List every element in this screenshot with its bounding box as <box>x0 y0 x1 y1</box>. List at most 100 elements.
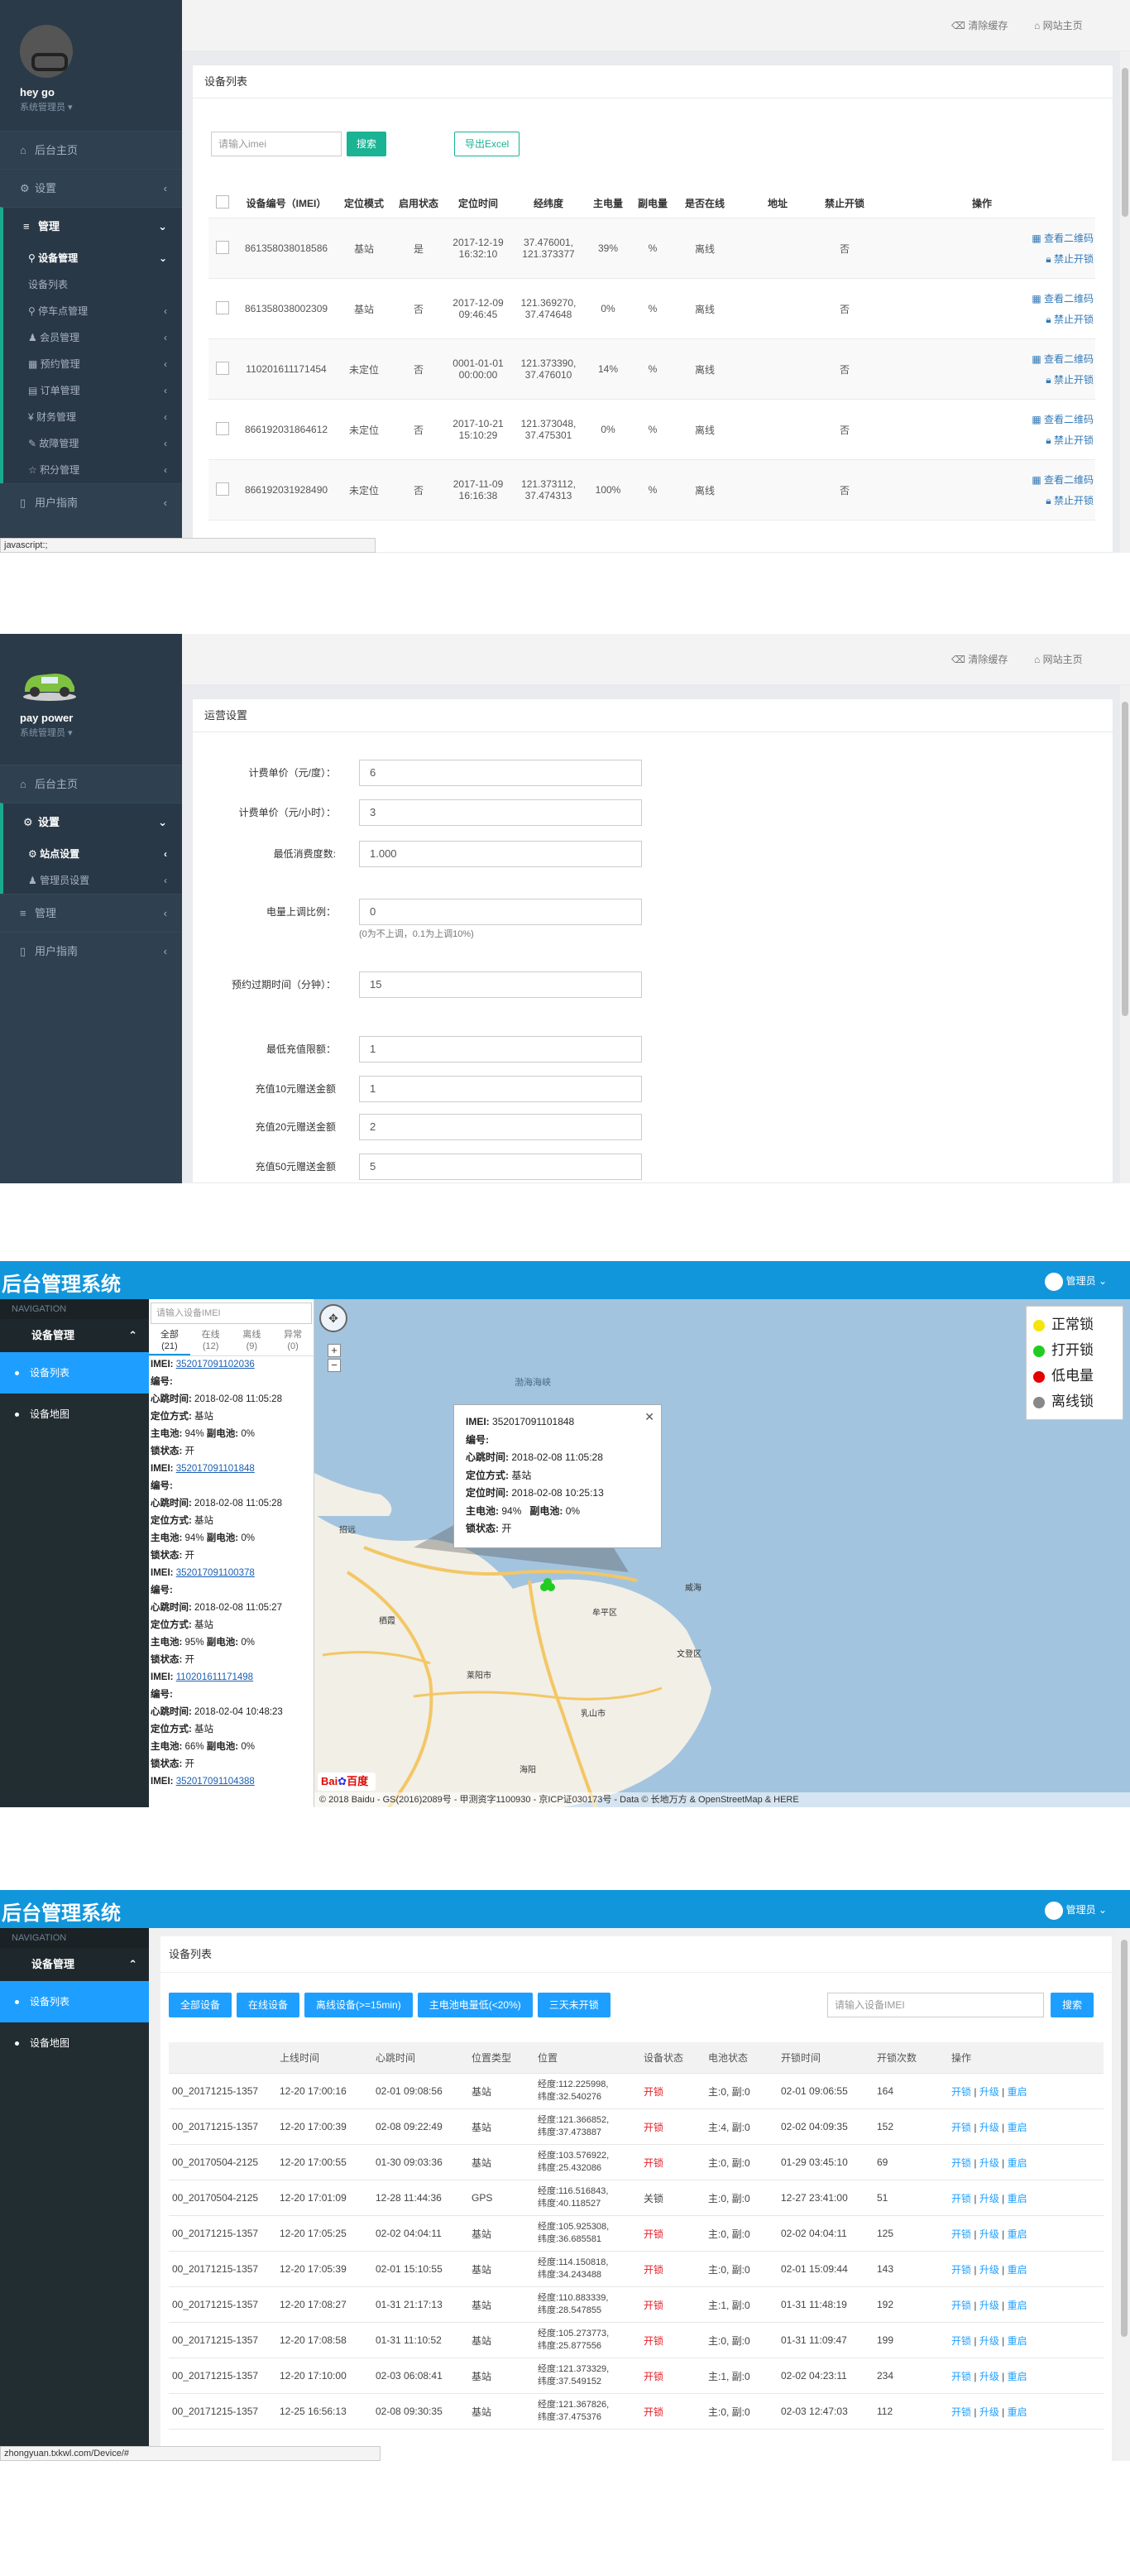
scrollbar-thumb[interactable] <box>1122 68 1128 217</box>
filter-button[interactable]: 离线设备(>=15min) <box>304 1993 413 2017</box>
reboot-link[interactable]: 重启 <box>1008 2228 1027 2240</box>
form-input[interactable]: 6 <box>359 760 642 786</box>
export-excel-button[interactable]: 导出Excel <box>454 132 520 156</box>
sidebar-item-guide[interactable]: ▯ 用户指南 ‹ <box>0 932 182 970</box>
scrollbar[interactable] <box>1120 685 1130 1183</box>
clear-cache-link[interactable]: ⌫ 清除缓存 <box>951 18 1008 32</box>
reboot-link[interactable]: 重启 <box>1008 2335 1027 2347</box>
sidebar-item-settings[interactable]: ⚙ 设置 ⌄ <box>0 803 182 841</box>
unlock-link[interactable]: 开锁 <box>951 2228 971 2240</box>
scrollbar[interactable] <box>1118 1928 1130 2461</box>
reboot-link[interactable]: 重启 <box>1008 2193 1027 2204</box>
reboot-link[interactable]: 重启 <box>1008 2300 1027 2311</box>
device-entry[interactable]: IMEI: 352017091102036 编号: 心跳时间: 2018-02-0… <box>149 1356 314 1461</box>
sidebar-item-device-map[interactable]: 设备地图 <box>0 1394 149 1435</box>
sidebar-item-manage[interactable]: ≡ 管理 ⌄ <box>0 207 182 245</box>
unlock-link[interactable]: 开锁 <box>951 2193 971 2204</box>
site-home-link[interactable]: ⌂ 网站主页 <box>1034 18 1083 32</box>
upgrade-link[interactable]: 升级 <box>979 2157 999 2169</box>
sidebar-item-parking[interactable]: ⚲ 停车点管理 ‹ <box>3 298 182 324</box>
upgrade-link[interactable]: 升级 <box>979 2228 999 2240</box>
device-entry[interactable]: IMEI: 352017091104388 <box>149 1773 314 1791</box>
forbid-unlock-link[interactable]: 🔒︎ 禁止开锁 <box>1046 433 1094 447</box>
forbid-unlock-link[interactable]: 🔒︎ 禁止开锁 <box>1046 493 1094 507</box>
form-input[interactable]: 1 <box>359 1036 642 1063</box>
sidebar-item-site-settings[interactable]: ⚙ 站点设置 ‹ <box>3 841 182 867</box>
unlock-link[interactable]: 开锁 <box>951 2264 971 2276</box>
search-button[interactable]: 搜索 <box>1050 1993 1094 2017</box>
upgrade-link[interactable]: 升级 <box>979 2122 999 2133</box>
upgrade-link[interactable]: 升级 <box>979 2086 999 2098</box>
sidebar-item-device-manage[interactable]: ⚲ 设备管理 ⌄ <box>3 245 182 271</box>
user-menu[interactable]: 管理员 ⌄ <box>1044 1902 1107 1920</box>
sidebar-item-device-map[interactable]: 设备地图 <box>0 2022 149 2064</box>
sidebar-group-device-manage[interactable]: 设备管理 ⌃ <box>0 1948 149 1981</box>
form-input[interactable]: 2 <box>359 1114 642 1140</box>
reboot-link[interactable]: 重启 <box>1008 2122 1027 2133</box>
unlock-link[interactable]: 开锁 <box>951 2371 971 2382</box>
view-qrcode-link[interactable]: ▦ 查看二维码 <box>1032 473 1094 487</box>
select-all-checkbox[interactable] <box>216 195 229 209</box>
sidebar-item-finance[interactable]: ¥ 财务管理 ‹ <box>3 404 182 430</box>
scrollbar-thumb[interactable] <box>1121 1940 1128 2337</box>
zoom-out-button[interactable]: − <box>328 1359 341 1372</box>
form-input[interactable]: 0 <box>359 899 642 925</box>
sidebar-item-points[interactable]: ☆ 积分管理 ‹ <box>3 457 182 483</box>
filter-button[interactable]: 全部设备 <box>169 1993 232 2017</box>
device-imei-link[interactable]: 352017091104388 <box>176 1777 255 1787</box>
device-imei-link[interactable]: 352017091102036 <box>176 1360 255 1370</box>
sidebar-item-settings[interactable]: ⚙ 设置 ‹ <box>0 169 182 207</box>
sidebar-item-device-list[interactable]: 设备列表 <box>0 1352 149 1394</box>
form-input[interactable]: 3 <box>359 799 642 826</box>
unlock-link[interactable]: 开锁 <box>951 2300 971 2311</box>
filter-button[interactable]: 在线设备 <box>237 1993 300 2017</box>
tab-abnormal[interactable]: 异常 (0) <box>272 1327 314 1355</box>
forbid-unlock-link[interactable]: 🔒︎ 禁止开锁 <box>1046 372 1094 386</box>
search-button[interactable]: 搜索 <box>347 132 387 156</box>
device-imei-link[interactable]: 352017091101848 <box>176 1464 255 1474</box>
sidebar-item-device-list[interactable]: 设备列表 <box>3 271 182 298</box>
map-view[interactable]: 渤海海峡 威海 牟平区 文登区 乳山市 莱阳市 栖霞 招远 海阳 ✥ + − 正… <box>314 1299 1130 1807</box>
sidebar-item-orders[interactable]: ▤ 订单管理 ‹ <box>3 377 182 404</box>
sidebar-item-members[interactable]: ♟ 会员管理 ‹ <box>3 324 182 351</box>
clear-cache-link[interactable]: ⌫ 清除缓存 <box>951 652 1008 666</box>
sidebar-item-home[interactable]: ⌂ 后台主页 <box>0 765 182 803</box>
device-search-input[interactable]: 请输入设备IMEI <box>827 1993 1044 2017</box>
site-home-link[interactable]: ⌂ 网站主页 <box>1034 652 1083 666</box>
upgrade-link[interactable]: 升级 <box>979 2335 999 2347</box>
row-checkbox[interactable] <box>216 240 229 254</box>
profile-role-dropdown[interactable]: 系统管理员 ▾ <box>20 726 182 739</box>
reboot-link[interactable]: 重启 <box>1008 2371 1027 2382</box>
form-input[interactable]: 15 <box>359 971 642 998</box>
filter-button[interactable]: 三天未开锁 <box>537 1993 610 2017</box>
tab-offline[interactable]: 离线 (9) <box>232 1327 273 1355</box>
close-icon[interactable]: ✕ <box>644 1408 654 1427</box>
scrollbar-thumb[interactable] <box>1122 702 1128 1016</box>
reboot-link[interactable]: 重启 <box>1008 2406 1027 2418</box>
reboot-link[interactable]: 重启 <box>1008 2086 1027 2098</box>
device-entry[interactable]: IMEI: 352017091100378 编号: 心跳时间: 2018-02-0… <box>149 1565 314 1669</box>
device-search-input[interactable]: 请输入设备IMEI <box>151 1302 312 1324</box>
view-qrcode-link[interactable]: ▦ 查看二维码 <box>1032 412 1094 426</box>
scrollbar[interactable] <box>1120 51 1130 553</box>
forbid-unlock-link[interactable]: 🔒︎ 禁止开锁 <box>1046 312 1094 326</box>
unlock-link[interactable]: 开锁 <box>951 2086 971 2098</box>
row-checkbox[interactable] <box>216 300 229 314</box>
device-entry[interactable]: IMEI: 352017091101848 编号: 心跳时间: 2018-02-0… <box>149 1461 314 1565</box>
reboot-link[interactable]: 重启 <box>1008 2157 1027 2169</box>
tab-all[interactable]: 全部 (21) <box>149 1327 190 1355</box>
imei-search-input[interactable]: 请输入imei <box>211 132 342 156</box>
view-qrcode-link[interactable]: ▦ 查看二维码 <box>1032 352 1094 366</box>
device-imei-link[interactable]: 110201611171498 <box>176 1672 253 1682</box>
sidebar-item-manage[interactable]: ≡ 管理 ‹ <box>0 894 182 932</box>
view-qrcode-link[interactable]: ▦ 查看二维码 <box>1032 231 1094 245</box>
sidebar-item-admin-settings[interactable]: ♟ 管理员设置 ‹ <box>3 867 182 894</box>
view-qrcode-link[interactable]: ▦ 查看二维码 <box>1032 291 1094 305</box>
row-checkbox[interactable] <box>216 361 229 375</box>
avatar[interactable] <box>20 25 73 78</box>
upgrade-link[interactable]: 升级 <box>979 2300 999 2311</box>
sidebar-group-device-manage[interactable]: 设备管理 ⌃ <box>0 1319 149 1352</box>
upgrade-link[interactable]: 升级 <box>979 2264 999 2276</box>
upgrade-link[interactable]: 升级 <box>979 2406 999 2418</box>
reboot-link[interactable]: 重启 <box>1008 2264 1027 2276</box>
